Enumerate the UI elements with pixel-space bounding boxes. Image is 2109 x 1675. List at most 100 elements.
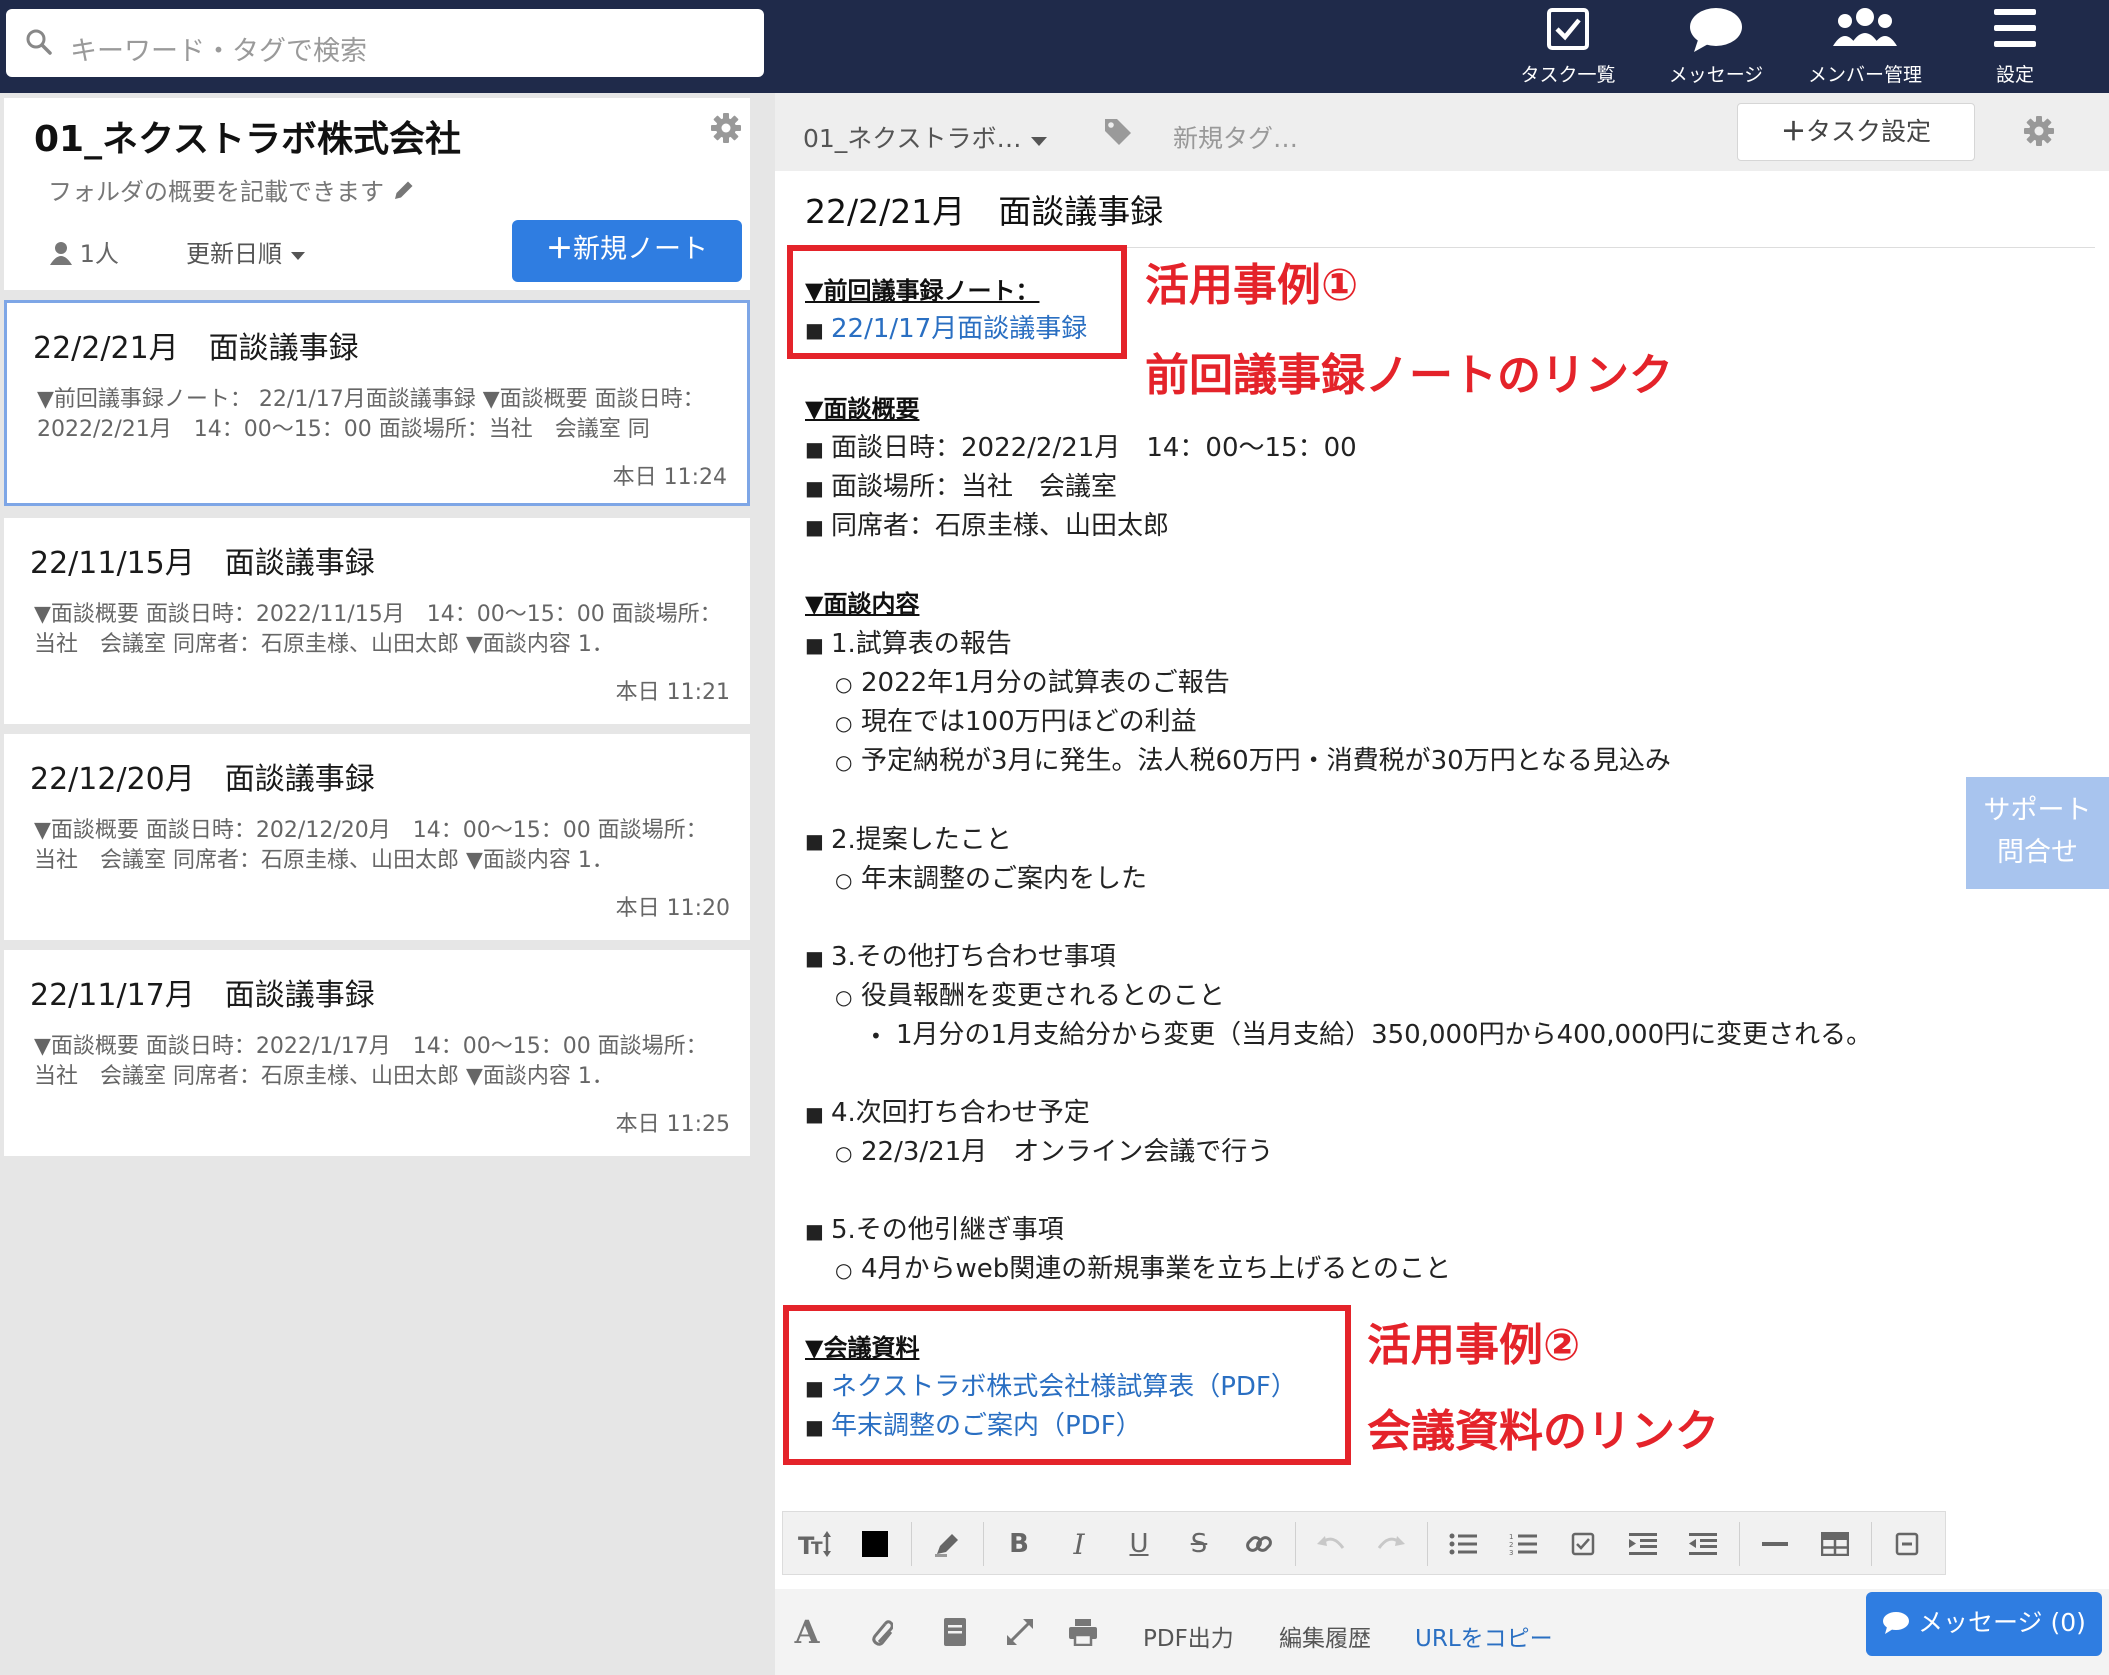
bold-button[interactable]: B bbox=[989, 1512, 1049, 1576]
note-list-item[interactable]: 22/12/20月 面談議事録 ▼面談概要 面談日時：202/12/20月 14… bbox=[4, 734, 750, 940]
horizontal-rule-icon bbox=[1762, 1542, 1788, 1546]
new-note-button[interactable]: ＋新規ノート bbox=[512, 220, 742, 282]
folder-gear-icon[interactable] bbox=[710, 112, 742, 148]
content-item: ■ 3.その他打ち合わせ事項 bbox=[805, 942, 1116, 972]
note-item-snippet: ▼面談概要 面談日時：2022/1/17月 14：00〜15：00 面談場所：当… bbox=[34, 1034, 708, 1089]
svg-text:2: 2 bbox=[1509, 1541, 1513, 1549]
content-subitem: ○ 4月からweb関連の新規事業を立ち上げるとのこと bbox=[835, 1254, 1452, 1284]
chat-bubble-icon bbox=[1883, 1612, 1910, 1634]
users-icon bbox=[1832, 6, 1898, 56]
folder-title: 01_ネクストラボ株式会社 bbox=[34, 119, 462, 160]
support-tab[interactable]: サポート 問合せ bbox=[1966, 777, 2109, 889]
note-item-time: 本日 11:21 bbox=[615, 680, 730, 705]
numbered-list-icon: 123 bbox=[1509, 1533, 1537, 1556]
note-template-button[interactable] bbox=[930, 1607, 980, 1657]
paperclip-icon bbox=[872, 1620, 893, 1646]
nav-settings-button[interactable]: 設定 bbox=[1970, 4, 2060, 90]
text-height-icon: TT bbox=[798, 1531, 831, 1558]
bullet-list-button[interactable] bbox=[1433, 1512, 1493, 1576]
content-item: ■ 2.提案したこと bbox=[805, 825, 1012, 855]
content-subitem: ○ 22/3/21月 オンライン会議で行う bbox=[835, 1137, 1274, 1167]
folder-header: 01_ネクストラボ株式会社 フォルダの概要を記載できます 1人 更新日順 ＋新規… bbox=[4, 98, 750, 290]
table-button[interactable] bbox=[1805, 1512, 1865, 1576]
nav-tasks-label: タスク一覧 bbox=[1520, 64, 1616, 86]
collapse-box-icon bbox=[1895, 1532, 1919, 1556]
content-item: ■ 1.試算表の報告 bbox=[805, 629, 1012, 659]
folder-description[interactable]: フォルダの概要を記載できます bbox=[48, 172, 416, 207]
note-item-snippet: ▼前回議事録ノート： 22/1/17月面談議事録 ▼面談概要 面談日時：2022… bbox=[37, 387, 705, 442]
note-item-title: 22/11/15月 面談議事録 bbox=[30, 546, 375, 581]
message-button[interactable]: メッセージ (0) bbox=[1866, 1592, 2102, 1656]
sort-dropdown[interactable]: 更新日順 bbox=[186, 234, 306, 269]
note-item-title: 22/12/20月 面談議事録 bbox=[30, 762, 375, 797]
search-input[interactable]: キーワード・タグで検索 bbox=[70, 29, 367, 68]
breadcrumb-label: 01_ネクストラボ… bbox=[803, 124, 1022, 153]
nav-messages-button[interactable]: メッセージ bbox=[1656, 4, 1776, 90]
nav-tasks-button[interactable]: タスク一覧 bbox=[1508, 4, 1628, 90]
support-line-1: サポート bbox=[1983, 795, 2092, 826]
note-gear-icon[interactable] bbox=[2023, 115, 2055, 151]
table-icon bbox=[1821, 1532, 1849, 1556]
note-list-item[interactable]: 22/11/17月 面談議事録 ▼面談概要 面談日時：2022/1/17月 14… bbox=[4, 950, 750, 1156]
annotation-2-desc: 会議資料のリンク bbox=[1367, 1406, 1719, 1457]
note-item-title: 22/11/17月 面談議事録 bbox=[30, 978, 375, 1013]
content-item: ■ 4.次回打ち合わせ予定 bbox=[805, 1098, 1090, 1128]
numbered-list-button[interactable]: 123 bbox=[1493, 1512, 1553, 1576]
editor-header: 01_ネクストラボ… 新規タグ… ＋タスク設定 bbox=[775, 93, 2109, 171]
bold-icon: B bbox=[1009, 1529, 1029, 1559]
nav-messages-label: メッセージ bbox=[1668, 64, 1764, 86]
tag-icon bbox=[1103, 117, 1133, 151]
task-setting-button[interactable]: ＋タスク設定 bbox=[1737, 103, 1975, 161]
expand-button[interactable] bbox=[995, 1607, 1045, 1657]
search-box[interactable]: キーワード・タグで検索 bbox=[6, 9, 764, 77]
checklist-button[interactable] bbox=[1553, 1512, 1613, 1576]
note-list-item[interactable]: 22/2/21月 面談議事録 ▼前回議事録ノート： 22/1/17月面談議事録 … bbox=[4, 300, 750, 506]
horizontal-rule-button[interactable] bbox=[1745, 1512, 1805, 1576]
underline-button[interactable]: U bbox=[1109, 1512, 1169, 1576]
highlighter-icon bbox=[935, 1534, 958, 1557]
nav-members-button[interactable]: メンバー管理 bbox=[1800, 4, 1930, 90]
print-button[interactable] bbox=[1058, 1607, 1108, 1657]
attach-button[interactable] bbox=[855, 1607, 905, 1657]
highlight-button[interactable] bbox=[917, 1512, 977, 1576]
italic-icon: I bbox=[1073, 1527, 1085, 1561]
svg-text:T: T bbox=[811, 1539, 823, 1558]
collapse-button[interactable] bbox=[1877, 1512, 1937, 1576]
strikethrough-icon: S bbox=[1190, 1529, 1208, 1559]
pencil-icon[interactable] bbox=[392, 178, 416, 206]
task-check-icon bbox=[1545, 6, 1591, 56]
format-toolbar: TT B I U S 123 bbox=[782, 1511, 1946, 1575]
folder-breadcrumb-dropdown[interactable]: 01_ネクストラボ… bbox=[803, 119, 1048, 155]
link-button[interactable] bbox=[1229, 1512, 1289, 1576]
redo-button[interactable] bbox=[1361, 1512, 1421, 1576]
caret-down-icon bbox=[290, 252, 305, 260]
edit-history-button[interactable]: 編集履歴 bbox=[1279, 1619, 1371, 1653]
font-button[interactable]: A bbox=[787, 1607, 827, 1657]
content-subitem: ○ 役員報酬を変更されるとのこと bbox=[835, 981, 1225, 1011]
undo-button[interactable] bbox=[1301, 1512, 1361, 1576]
pdf-export-button[interactable]: PDF出力 bbox=[1143, 1619, 1234, 1653]
note-item-snippet: ▼面談概要 面談日時：202/12/20月 14：00〜15：00 面談場所：当… bbox=[34, 818, 708, 873]
text-color-button[interactable] bbox=[845, 1512, 905, 1576]
font-size-button[interactable]: TT bbox=[785, 1512, 845, 1576]
member-count[interactable]: 1人 bbox=[50, 234, 119, 269]
new-tag-input[interactable]: 新規タグ… bbox=[1173, 119, 1298, 155]
svg-text:3: 3 bbox=[1509, 1549, 1513, 1556]
annotation-1-desc: 前回議事録ノートのリンク bbox=[1145, 350, 1673, 401]
italic-button[interactable]: I bbox=[1049, 1512, 1109, 1576]
font-letter-icon: A bbox=[794, 1613, 820, 1651]
note-title[interactable]: 22/2/21月 面談議事録 bbox=[805, 185, 1163, 233]
checkbox-icon bbox=[1571, 1532, 1595, 1556]
overview-heading: ▼面談概要 bbox=[805, 395, 920, 423]
printer-icon bbox=[1069, 1619, 1097, 1646]
content-subitem: ○ 予定納税が3月に発生。法人税60万円・消費税が30万円となる見込み bbox=[835, 746, 1671, 776]
content-item: ■ 5.その他引継ぎ事項 bbox=[805, 1215, 1064, 1245]
task-setting-label: タスク設定 bbox=[1806, 117, 1932, 146]
note-list-item[interactable]: 22/11/15月 面談議事録 ▼面談概要 面談日時：2022/11/15月 1… bbox=[4, 518, 750, 724]
sort-label: 更新日順 bbox=[186, 240, 282, 268]
outdent-button[interactable] bbox=[1673, 1512, 1733, 1576]
copy-url-button[interactable]: URLをコピー bbox=[1415, 1619, 1553, 1653]
nav-members-label: メンバー管理 bbox=[1807, 64, 1922, 86]
indent-button[interactable] bbox=[1613, 1512, 1673, 1576]
strikethrough-button[interactable]: S bbox=[1169, 1512, 1229, 1576]
